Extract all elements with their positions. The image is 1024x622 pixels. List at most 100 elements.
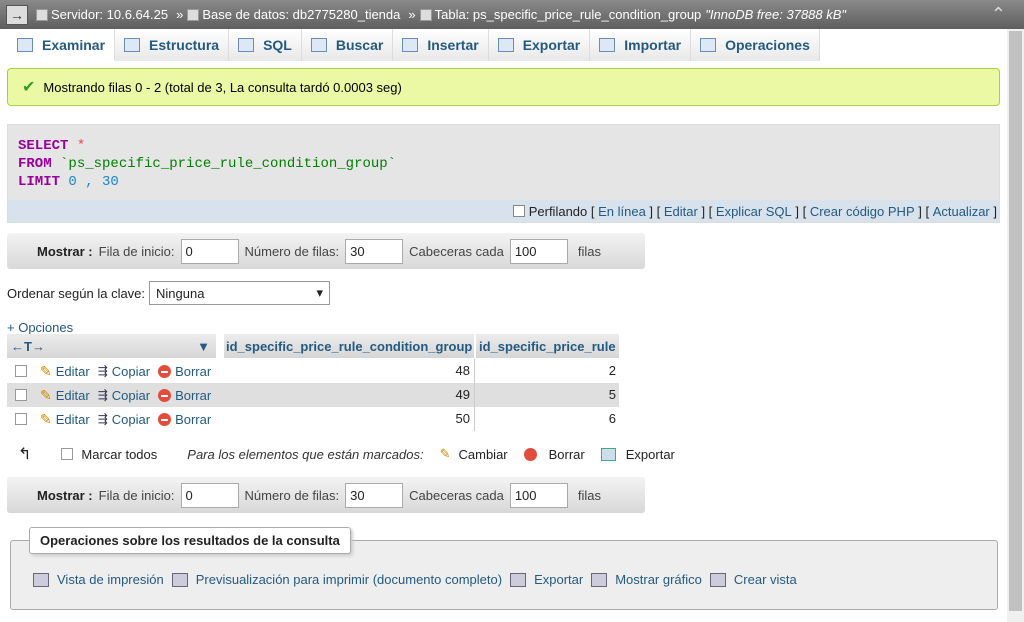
start-row-input[interactable]: 0	[180, 482, 239, 508]
cell-group-id[interactable]: 48	[224, 359, 475, 383]
scrollbar-thumb[interactable]	[1009, 31, 1022, 611]
column-header-group[interactable]: id_specific_price_rule_condition_group	[224, 334, 475, 358]
query-operations-title: Operaciones sobre los resultados de la c…	[29, 527, 351, 554]
collapse-up-icon[interactable]: ⌃	[991, 4, 1006, 25]
navigation-bar-top: Mostrar : Fila de inicio: 0 Número de fi…	[7, 233, 645, 269]
dropdown-arrow-icon: ▾	[316, 285, 324, 300]
tab-operaciones[interactable]: Operaciones	[691, 29, 820, 61]
inline-edit-link[interactable]: En línea	[598, 204, 646, 219]
pencil-icon: ✎	[439, 446, 451, 461]
tab-buscar[interactable]: Buscar	[301, 29, 394, 61]
export-icon	[600, 447, 616, 461]
copy-icon: ⇶	[97, 412, 108, 426]
bulk-change-button[interactable]: ✎ Cambiar	[440, 446, 508, 462]
delete-icon	[158, 388, 172, 402]
bulk-export-button[interactable]: Exportar	[600, 447, 675, 462]
server-icon	[36, 8, 48, 21]
tab-insertar[interactable]: Insertar	[393, 29, 489, 61]
copy-icon: ⇶	[97, 364, 108, 378]
headers-every-input[interactable]: 100	[509, 238, 568, 264]
insert-icon	[402, 38, 419, 52]
profiling-checkbox[interactable]	[512, 205, 525, 217]
print-icon	[33, 572, 49, 587]
row-checkbox[interactable]	[15, 389, 27, 401]
copy-row-link[interactable]: ⇶ Copiar	[98, 412, 150, 427]
create-php-link[interactable]: Crear código PHP	[810, 204, 915, 219]
headers-every-input[interactable]: 100	[509, 482, 568, 508]
scrollbar[interactable]	[1007, 29, 1024, 622]
row-checkbox[interactable]	[15, 413, 27, 425]
options-link[interactable]: + Opciones	[7, 320, 73, 335]
tab-importar[interactable]: Importar	[590, 29, 692, 61]
pencil-icon: ✎	[40, 386, 52, 403]
breadcrumb-server[interactable]: Servidor: 10.6.64.25	[36, 7, 168, 22]
tab-examinar[interactable]: Examinar	[8, 29, 116, 61]
check-all-label[interactable]: Marcar todos	[81, 447, 157, 462]
delete-row-link[interactable]: Borrar	[158, 364, 211, 379]
delete-row-link[interactable]: Borrar	[158, 388, 211, 403]
sort-toggle-icon[interactable]: ▼	[197, 339, 210, 354]
export-link[interactable]: Exportar	[510, 572, 583, 587]
explain-sql-link[interactable]: Explicar SQL	[716, 204, 792, 219]
print-view-link[interactable]: Vista de impresión	[33, 572, 164, 587]
success-message: ✔ Mostrando filas 0 - 2 (total de 3, La …	[7, 68, 1000, 106]
database-icon	[187, 8, 200, 21]
view-icon	[709, 572, 726, 587]
tab-estructura[interactable]: Estructura	[115, 29, 230, 61]
breadcrumb-separator: »	[176, 7, 184, 22]
cell-rule-id[interactable]: 2	[475, 359, 619, 383]
column-header-rule[interactable]: id_specific_price_rule	[476, 334, 620, 358]
pencil-icon: ✎	[40, 362, 52, 379]
row-count-input[interactable]: 30	[345, 238, 404, 264]
sql-icon	[238, 38, 255, 52]
cell-rule-id[interactable]: 5	[475, 383, 619, 407]
sort-key-select[interactable]: Ninguna ▾	[149, 281, 331, 305]
back-arrow-icon[interactable]: →	[6, 4, 28, 25]
tab-sql[interactable]: SQL	[229, 29, 302, 61]
browse-icon	[17, 37, 33, 52]
edit-row-link[interactable]: ✎ Editar	[40, 387, 90, 404]
print-full-link[interactable]: Previsualización para imprimir (document…	[171, 572, 502, 587]
cell-group-id[interactable]: 50	[224, 407, 475, 431]
edit-row-link[interactable]: ✎ Editar	[40, 363, 90, 380]
start-row-input[interactable]: 0	[180, 238, 239, 264]
bulk-actions: ↰ Marcar todos Para los elementos que es…	[18, 446, 675, 463]
row-count-input[interactable]: 30	[345, 482, 404, 508]
sort-key-row: Ordenar según la clave: Ninguna ▾	[7, 281, 331, 305]
create-view-link[interactable]: Crear vista	[709, 572, 797, 587]
sql-query[interactable]: SELECT * FROM `ps_specific_price_rule_co…	[18, 137, 396, 191]
edit-row-link[interactable]: ✎ Editar	[40, 411, 90, 428]
refresh-link[interactable]: Actualizar	[933, 204, 990, 219]
delete-icon	[158, 364, 172, 378]
delete-icon	[523, 447, 537, 461]
export-icon	[510, 572, 527, 587]
check-all-checkbox[interactable]	[61, 448, 74, 460]
copy-row-link[interactable]: ⇶ Copiar	[98, 364, 150, 379]
breadcrumb-database[interactable]: Base de datos: db2775280_tienda	[187, 7, 400, 22]
table-nav-header: ←T→ ▼	[7, 334, 217, 358]
navigation-bar-bottom: Mostrar : Fila de inicio: 0 Número de fi…	[7, 477, 645, 513]
wrench-icon	[700, 38, 717, 52]
table-row: ✎ Editar ⇶ Copiar Borrar 48 2	[7, 359, 619, 383]
show-chart-link[interactable]: Mostrar gráfico	[591, 572, 702, 587]
bulk-delete-button[interactable]: Borrar	[523, 447, 585, 462]
row-checkbox[interactable]	[15, 365, 27, 377]
cell-group-id[interactable]: 49	[224, 383, 475, 407]
sql-links-bar: Perfilando [ En línea ] [ Editar ] [ Exp…	[8, 200, 999, 222]
tab-exportar[interactable]: Exportar	[488, 29, 591, 61]
chart-icon	[591, 572, 608, 587]
breadcrumb-table[interactable]: Tabla: ps_specific_price_rule_condition_…	[419, 7, 701, 22]
pencil-icon: ✎	[40, 410, 52, 427]
edit-sql-link[interactable]: Editar	[664, 204, 698, 219]
search-icon	[310, 38, 327, 52]
export-icon	[497, 38, 514, 52]
column-nav-arrows-icon[interactable]: ←T→	[11, 339, 45, 354]
cell-rule-id[interactable]: 6	[475, 407, 619, 431]
check-icon: ✔	[22, 79, 36, 96]
delete-icon	[158, 412, 172, 426]
delete-row-link[interactable]: Borrar	[158, 412, 211, 427]
copy-row-link[interactable]: ⇶ Copiar	[98, 388, 150, 403]
breadcrumb: → Servidor: 10.6.64.25 » Base de datos: …	[0, 0, 1024, 29]
breadcrumb-separator: »	[408, 7, 416, 22]
sql-query-box: SELECT * FROM `ps_specific_price_rule_co…	[7, 124, 1000, 223]
